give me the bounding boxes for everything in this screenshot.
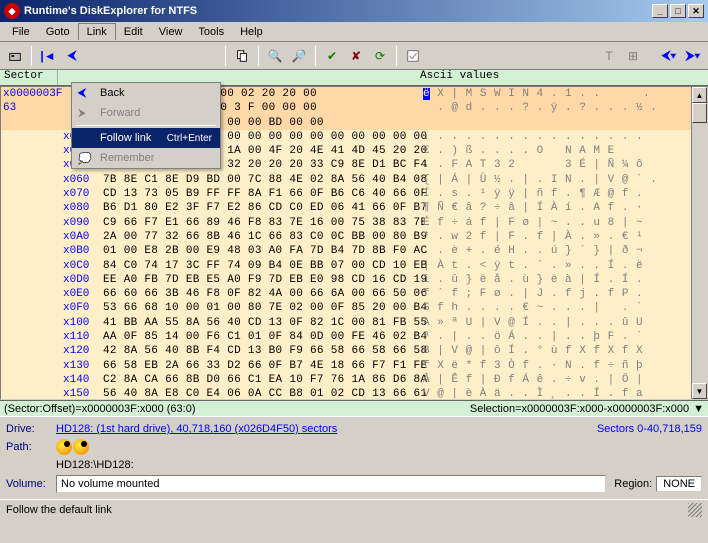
hex-row[interactable]: x0B001 00 E8 2B 00 E9 48 03 A0 FA 7D B4 … [1, 244, 691, 258]
status-dropdown-icon[interactable]: ▼ [693, 403, 704, 415]
bottom-status-text: Follow the default link [6, 504, 112, 516]
dropdown-separator [76, 125, 216, 126]
hex-row[interactable]: x13066 58 EB 2A 66 33 D2 66 0F B7 4E 18 … [1, 359, 691, 373]
save-button[interactable] [402, 45, 424, 67]
apply-button[interactable]: ✔ [321, 45, 343, 67]
scroll-up-button[interactable]: ▲ [692, 87, 707, 103]
drive-label: Drive: [6, 423, 56, 435]
link-dropdown: ⮜ Back ⮞ Forward Follow link Ctrl+Enter … [71, 82, 221, 169]
open-drive-button[interactable] [4, 45, 26, 67]
forward-arrow-icon: ⮞ [78, 107, 86, 120]
dropdown-follow-link[interactable]: Follow link Ctrl+Enter [72, 128, 220, 148]
nav-first-button[interactable]: |◄ [37, 45, 59, 67]
path-label: Path: [6, 441, 56, 453]
region-label: Region: [614, 478, 652, 490]
dropdown-remember-label: Remember [100, 152, 154, 164]
hex-row[interactable]: x12042 8A 56 40 8B F4 CD 13 B0 F9 66 58 … [1, 344, 691, 358]
menu-view[interactable]: View [151, 24, 191, 40]
resize-grip[interactable] [688, 503, 702, 517]
toolbar: |◄ ⮜ 🔍 🔎 ✔ ✘ ⟳ T ⊞ ⮜▾ ⮞▾ ⮜ Back ⮞ Forwar… [0, 42, 708, 70]
remember-icon: 💭 [78, 152, 92, 165]
minimize-button[interactable]: _ [652, 4, 668, 18]
hex-status: (Sector:Offset)=x0000003F:x000 (63:0) Se… [0, 400, 708, 416]
drive-icon-1[interactable] [56, 439, 72, 455]
path-icons [56, 439, 89, 455]
hex-row[interactable]: x090C9 66 F7 E1 66 89 46 F8 83 7E 16 00 … [1, 216, 691, 230]
dropdown-follow-shortcut: Ctrl+Enter [167, 133, 212, 144]
volume-label: Volume: [6, 478, 56, 490]
hex-header-ascii: Ascii values [416, 70, 708, 85]
titlebar: ◆ Runtime's DiskExplorer for NTFS _ □ ✕ [0, 0, 708, 22]
search-next-button[interactable]: 🔎 [288, 45, 310, 67]
vscrollbar[interactable]: ▲ ▼ [691, 87, 707, 399]
drive-link[interactable]: HD128: (1st hard drive), 40,718,160 (x02… [56, 423, 337, 435]
menu-tools[interactable]: Tools [190, 24, 232, 40]
scroll-track[interactable] [692, 103, 707, 383]
hex-row[interactable]: x0607B 8E C1 8E D9 BD 00 7C 88 4E 02 8A … [1, 173, 691, 187]
drive-sectors: Sectors 0-40,718,159 [597, 423, 702, 435]
region-value: NONE [656, 476, 702, 492]
menu-file[interactable]: File [4, 24, 38, 40]
hex-row[interactable]: x0E066 60 66 3B 46 F8 0F 82 4A 00 66 6A … [1, 287, 691, 301]
back-arrow-icon: ⮜ [78, 87, 86, 100]
dropdown-follow-label: Follow link [100, 132, 151, 144]
cancel-button[interactable]: ✘ [345, 45, 367, 67]
hex-row[interactable]: x0A02A 00 77 32 66 8B 46 1C 66 83 C0 0C … [1, 230, 691, 244]
hex-row[interactable]: x0F053 66 68 10 00 01 00 80 7E 02 00 0F … [1, 301, 691, 315]
hex-header-sector: Sector [0, 70, 58, 85]
menu-help[interactable]: Help [232, 24, 271, 40]
hex-row[interactable]: x10041 BB AA 55 8A 56 40 CD 13 0F 82 1C … [1, 316, 691, 330]
nav-prev-button[interactable]: ⮜▾ [658, 45, 680, 67]
maximize-button[interactable]: □ [670, 4, 686, 18]
hex-row[interactable]: x15056 40 8A E8 C0 E4 06 0A CC B8 01 02 … [1, 387, 691, 399]
scroll-thumb[interactable] [692, 103, 707, 123]
path-text: HD128:\HD128: [56, 459, 134, 471]
titlebar-title: Runtime's DiskExplorer for NTFS [24, 5, 197, 17]
bottom-statusbar: Follow the default link [0, 499, 708, 519]
dropdown-remember: 💭 Remember [72, 148, 220, 168]
hex-row[interactable]: x110AA 0F 85 14 00 F6 C1 01 0F 84 0D 00 … [1, 330, 691, 344]
hex-row[interactable]: x0C084 C0 74 17 3C FF 74 09 B4 0E BB 07 … [1, 259, 691, 273]
close-button[interactable]: ✕ [688, 4, 704, 18]
info-area: Drive: HD128: (1st hard drive), 40,718,1… [0, 416, 708, 499]
dropdown-back-label: Back [100, 87, 124, 99]
text-view-button[interactable]: T [598, 45, 620, 67]
refresh-button[interactable]: ⟳ [369, 45, 391, 67]
menu-goto[interactable]: Goto [38, 24, 78, 40]
status-right: Selection=x0000003F:x000-x0000003F:x000 [470, 403, 689, 415]
hex-row[interactable]: x070CD 13 73 05 B9 FF FF 8A F1 66 0F B6 … [1, 187, 691, 201]
status-left: (Sector:Offset)=x0000003F:x000 (63:0) [4, 403, 196, 415]
hex-row[interactable]: x080B6 D1 80 E2 3F F7 E2 86 CD C0 ED 06 … [1, 201, 691, 215]
menu-link[interactable]: Link [78, 23, 116, 40]
menu-edit[interactable]: Edit [116, 24, 151, 40]
dropdown-back[interactable]: ⮜ Back [72, 83, 220, 103]
drive-icon-2[interactable] [73, 439, 89, 455]
hex-row[interactable]: x140C2 8A CA 66 8B D0 66 C1 EA 10 F7 76 … [1, 373, 691, 387]
scroll-down-button[interactable]: ▼ [692, 383, 707, 399]
hex-view-button[interactable]: ⊞ [622, 45, 644, 67]
search-button[interactable]: 🔍 [264, 45, 286, 67]
hex-row[interactable]: x0D0EE A0 FB 7D EB E5 A0 F9 7D EB E0 98 … [1, 273, 691, 287]
menubar: File Goto Link Edit View Tools Help [0, 22, 708, 42]
volume-text: No volume mounted [56, 475, 606, 493]
dropdown-forward: ⮞ Forward [72, 103, 220, 123]
nav-next-button[interactable]: ⮞▾ [682, 45, 704, 67]
nav-back-button[interactable]: ⮜ [61, 45, 83, 67]
app-icon: ◆ [4, 3, 20, 19]
dropdown-forward-label: Forward [100, 107, 140, 119]
copy-button[interactable] [231, 45, 253, 67]
